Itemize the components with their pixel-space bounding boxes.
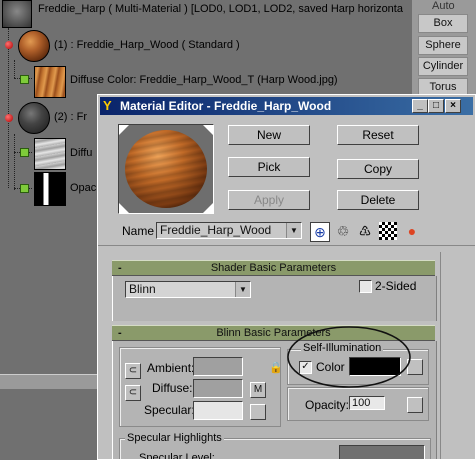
- map-node-icon: [20, 75, 29, 84]
- specular-highlights-label: Specular Highlights: [125, 432, 224, 444]
- tree-node1-label[interactable]: (1) : Freddie_Harp_Wood ( Standard ): [54, 39, 240, 51]
- chevron-down-icon[interactable]: ▼: [286, 223, 301, 238]
- box-button[interactable]: Box: [418, 14, 468, 33]
- wood-sphere-preview: [125, 130, 207, 208]
- minimize-button[interactable]: _: [412, 99, 428, 113]
- opacity-spinner[interactable]: 100: [349, 396, 385, 410]
- window-title: Material Editor - Freddie_Harp_Wood: [120, 99, 332, 113]
- tree-node2-label[interactable]: (2) : Fr: [54, 111, 87, 123]
- lock-ambient-diffuse-bracket[interactable]: ⊂: [125, 363, 141, 379]
- material-editor-app-icon: Y: [103, 98, 112, 113]
- lock-diffuse-specular-bracket[interactable]: ⊂: [125, 385, 141, 401]
- pick-button[interactable]: Pick: [228, 157, 310, 177]
- tree-node1-map-label[interactable]: Diffuse Color: Freddie_Harp_Wood_T (Harp…: [70, 74, 338, 86]
- cylinder-button[interactable]: Cylinder: [418, 57, 468, 76]
- shader-type-combo[interactable]: Blinn ▼: [125, 281, 251, 298]
- opacity-map-button[interactable]: [407, 397, 423, 413]
- shader-type-value: Blinn: [129, 282, 156, 296]
- map-node-icon: [20, 148, 29, 157]
- tree-root-label[interactable]: Freddie_Harp ( Multi-Material ) [LOD0, L…: [38, 3, 403, 15]
- material-assign-icon[interactable]: ♲: [334, 222, 352, 240]
- chevron-down-icon[interactable]: ▼: [235, 282, 250, 297]
- checker-icon[interactable]: [379, 222, 397, 240]
- material-name-combo[interactable]: Freddie_Harp_Wood ▼: [156, 222, 302, 239]
- shader-basic-parameters-rollout[interactable]: - Shader Basic Parameters: [112, 260, 435, 276]
- lock-icon[interactable]: 🔒: [269, 361, 283, 374]
- material-editor-window: Y Material Editor - Freddie_Harp_Wood _ …: [97, 94, 476, 460]
- two-sided-label: 2-Sided: [375, 279, 417, 293]
- rollout-title: Shader Basic Parameters: [210, 262, 337, 274]
- title-bar[interactable]: Y Material Editor - Freddie_Harp_Wood _ …: [100, 97, 473, 115]
- autogrid-label: Auto: [432, 0, 455, 12]
- shader-panel: Blinn ▼ 2-Sided: [112, 276, 437, 321]
- multi-material-thumbnail[interactable]: [2, 0, 32, 28]
- material-preview-slot[interactable]: [118, 124, 214, 214]
- delete-button[interactable]: Delete: [337, 190, 419, 210]
- opacity-texture-thumbnail[interactable]: [34, 172, 66, 206]
- specular-color-swatch[interactable]: [193, 401, 243, 420]
- tree-node2-map2-label[interactable]: Opac: [70, 182, 96, 194]
- diffuse-map-button[interactable]: M: [250, 382, 266, 398]
- stone-texture-thumbnail[interactable]: [34, 138, 66, 170]
- close-button[interactable]: ×: [445, 99, 461, 113]
- apply-button[interactable]: Apply: [228, 190, 310, 210]
- two-sided-checkbox[interactable]: [359, 280, 372, 293]
- annotation-circle: [287, 326, 411, 388]
- rollout-scrollbar[interactable]: [440, 252, 455, 459]
- material-node-icon: [5, 41, 13, 49]
- wood-material-thumbnail[interactable]: [18, 30, 50, 62]
- material-node-icon: [5, 114, 13, 122]
- reset-button[interactable]: Reset: [337, 125, 419, 145]
- sphere-button[interactable]: Sphere: [418, 36, 468, 55]
- material-name-value: Freddie_Harp_Wood: [160, 223, 272, 237]
- name-label: Name: [122, 224, 155, 238]
- material2-thumbnail[interactable]: [18, 102, 50, 134]
- specular-label: Specular:: [144, 403, 195, 417]
- ambient-color-swatch[interactable]: [193, 357, 243, 376]
- wood-texture-thumbnail[interactable]: [34, 66, 66, 98]
- opacity-label: Opacity:: [305, 398, 350, 412]
- new-button[interactable]: New: [228, 125, 310, 145]
- diffuse-label: Diffuse:: [152, 381, 193, 395]
- specular-map-button[interactable]: [250, 404, 266, 420]
- ambient-label: Ambient:: [147, 361, 195, 375]
- bottom-left-scrollbar[interactable]: [0, 374, 97, 389]
- maximize-button[interactable]: □: [428, 99, 444, 113]
- material-pick-icon[interactable]: ♳: [356, 222, 374, 240]
- specular-level-label: Specular Level:: [139, 452, 215, 460]
- specular-curve-graph: [339, 445, 425, 459]
- diffuse-color-swatch[interactable]: [193, 379, 243, 398]
- copy-button[interactable]: Copy: [337, 159, 419, 179]
- map-node-icon: [20, 184, 29, 193]
- color-balls-icon[interactable]: ●: [403, 222, 421, 240]
- tree-node2-map1-label[interactable]: Diffu: [70, 147, 92, 159]
- globe-icon[interactable]: ⊕: [310, 222, 330, 242]
